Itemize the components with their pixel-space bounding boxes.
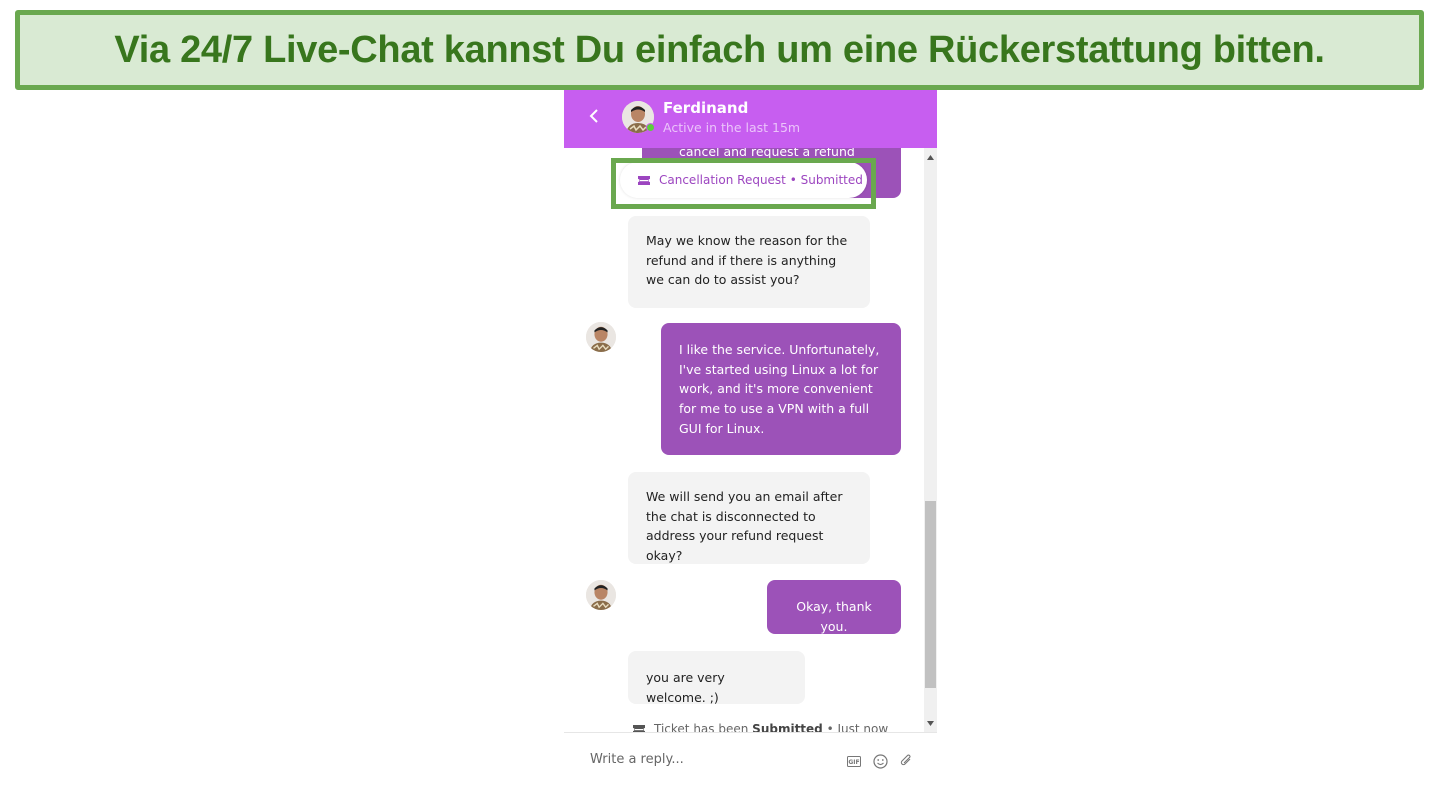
arrow-down-icon xyxy=(927,720,934,726)
svg-text:GIF: GIF xyxy=(848,759,859,766)
gif-icon: GIF xyxy=(847,755,861,767)
agent-message: May we know the reason for the refund an… xyxy=(628,216,870,308)
user-message: Okay, thank you. xyxy=(767,580,901,634)
ticket-status-value: Submitted xyxy=(752,722,823,732)
arrow-up-icon xyxy=(927,154,934,160)
ticket-icon xyxy=(633,724,645,732)
emoji-button[interactable] xyxy=(872,753,888,769)
reply-composer: GIF xyxy=(564,732,937,784)
emoji-icon xyxy=(872,753,888,769)
message-scrollbar[interactable] xyxy=(924,148,937,732)
back-button[interactable] xyxy=(584,104,604,128)
scroll-thumb[interactable] xyxy=(925,501,936,688)
chevron-left-icon xyxy=(589,109,598,123)
ticket-icon xyxy=(638,175,650,185)
agent-message: you are very welcome. ;) xyxy=(628,651,805,705)
scroll-down-button[interactable] xyxy=(924,716,937,730)
ticket-status-line: Ticket has been Submitted • Just now xyxy=(632,722,888,732)
agent-status: Active in the last 15m xyxy=(663,120,801,135)
cancellation-request-chip[interactable]: Cancellation Request • Submitted xyxy=(620,162,867,198)
chat-header: Ferdinand Active in the last 15m xyxy=(564,90,937,148)
caption-text: Via 24/7 Live-Chat kannst Du einfach um … xyxy=(114,28,1325,71)
chat-widget: Ferdinand Active in the last 15m cancel … xyxy=(564,90,937,784)
message-list: cancel and request a refund Cancellation… xyxy=(564,148,924,732)
agent-name: Ferdinand xyxy=(663,99,749,117)
user-message: I like the service. Unfortunately, I've … xyxy=(661,323,901,455)
caption-banner: Via 24/7 Live-Chat kannst Du einfach um … xyxy=(15,10,1424,90)
ticket-status-time: • Just now xyxy=(826,722,889,732)
online-status-dot xyxy=(646,123,655,132)
attachment-icon xyxy=(900,754,911,766)
ticket-status-prefix: Ticket has been xyxy=(654,722,749,732)
scroll-up-button[interactable] xyxy=(924,150,937,164)
cancellation-request-label: Cancellation Request • Submitted xyxy=(659,173,863,187)
attach-button[interactable] xyxy=(898,753,914,769)
agent-avatar-small xyxy=(586,580,616,610)
reply-input[interactable] xyxy=(590,747,830,771)
agent-message: We will send you an email after the chat… xyxy=(628,472,870,564)
gif-button[interactable]: GIF xyxy=(846,753,862,769)
agent-avatar-small xyxy=(586,322,616,352)
